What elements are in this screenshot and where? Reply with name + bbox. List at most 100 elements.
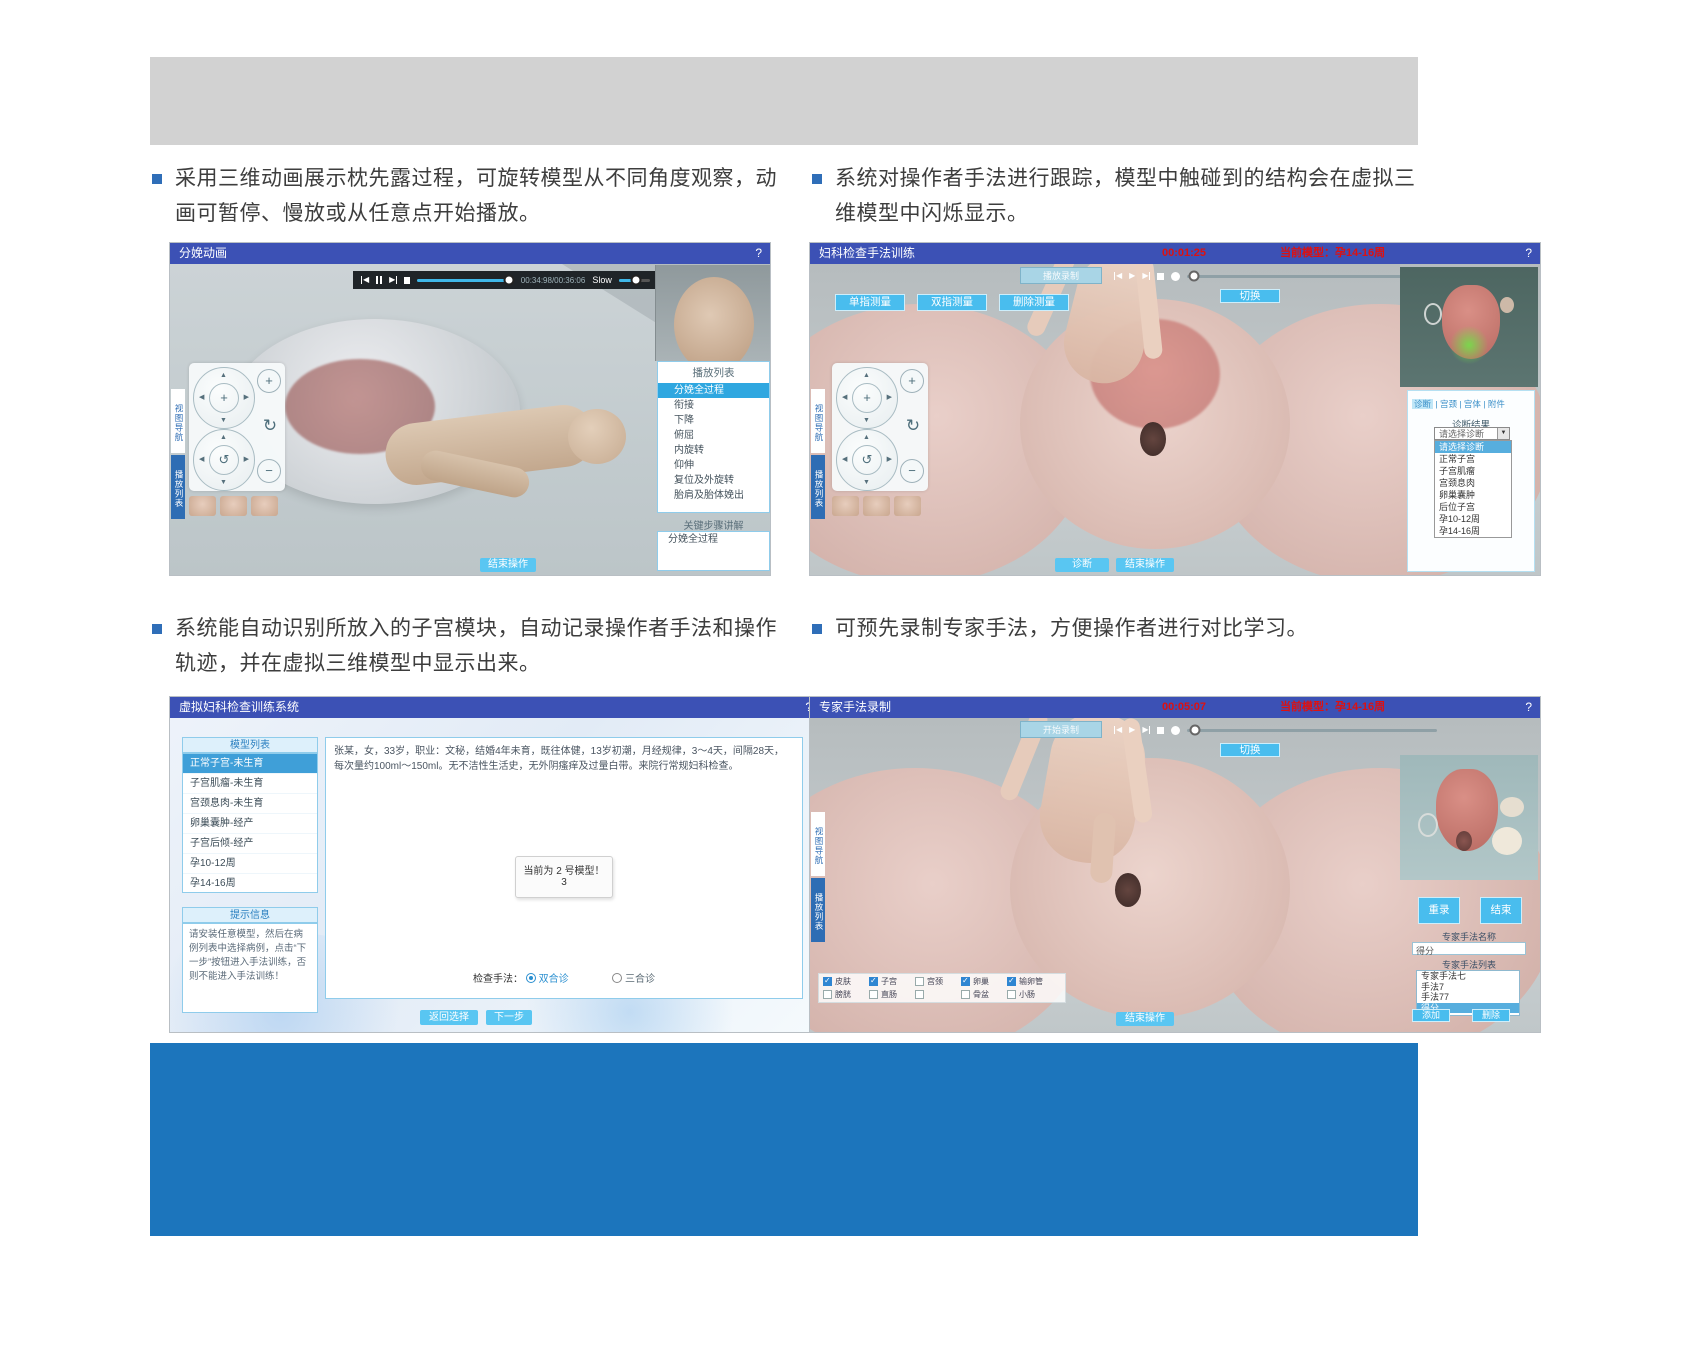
diagnose-button[interactable]: 诊断 [1055,558,1109,572]
tab-view-navigation[interactable]: 视图导航 [811,389,825,453]
progress-knob[interactable] [1188,271,1199,282]
tab-diagnosis[interactable]: 诊断 [1412,399,1433,409]
start-record-button[interactable]: 开始录制 [1020,721,1102,738]
model-list-item[interactable]: 正常子宫-未生育 [183,754,317,774]
tab-playlist[interactable]: 播放列表 [811,455,825,519]
help-button[interactable]: ? [755,243,762,264]
pan-down-icon[interactable]: ▼ [863,417,870,424]
maneuver-item[interactable]: 手法7 [1417,982,1519,993]
pan-dpad[interactable]: ▲ ▼ ◀ ▶ + [836,367,898,429]
playlist-item[interactable]: 仰伸 [658,458,769,473]
skip-back-icon[interactable]: ◀ [1114,272,1122,280]
skip-forward-icon[interactable]: ▶ [1142,272,1150,280]
view-thumbnail[interactable] [863,496,890,516]
maneuver-name-input[interactable]: 得分 [1412,942,1526,955]
pan-dpad[interactable]: ▲ ▼ ◀ ▶ + [193,367,255,429]
rotate-reset-icon[interactable]: ↻ [902,415,924,437]
record-icon[interactable] [1171,272,1180,281]
diagnosis-option[interactable]: 孕14-16周 [1435,525,1511,537]
model-list-item[interactable]: 子宫后倾-经产 [183,834,317,854]
end-operation-button[interactable]: 结束操作 [480,558,536,572]
progress-slider[interactable] [1187,729,1437,732]
checkbox[interactable] [915,977,924,986]
switch-button[interactable]: 切换 [1220,743,1280,757]
playlist-item[interactable]: 衔接 [658,398,769,413]
diagnosis-option[interactable]: 宫颈息肉 [1435,477,1511,489]
speed-knob[interactable] [630,275,641,286]
help-button[interactable]: ? [1525,243,1532,264]
model-list-item[interactable]: 孕14-16周 [183,874,317,893]
radio-trimanual[interactable] [612,973,622,983]
playlist-item[interactable]: 内旋转 [658,443,769,458]
view-thumbnail[interactable] [220,496,247,516]
play-icon[interactable]: ▶ [1129,272,1135,280]
next-step-button[interactable]: 下一步 [486,1010,532,1025]
radio-bimanual[interactable] [526,973,536,983]
pan-right-icon[interactable]: ▶ [887,394,892,401]
playlist-item[interactable]: 下降 [658,413,769,428]
zoom-in-button[interactable]: + [900,369,924,393]
view-thumbnail[interactable] [832,496,859,516]
view-thumbnail[interactable] [189,496,216,516]
tab-playlist[interactable]: 播放列表 [811,878,825,942]
progress-knob[interactable] [1189,725,1200,736]
keysteps-item[interactable]: 分娩全过程 [658,532,769,547]
record-icon[interactable] [1171,726,1180,735]
pan-right-icon[interactable]: ▶ [244,394,249,401]
checkbox[interactable] [961,990,970,999]
tab-adnexa[interactable]: 附件 [1488,399,1505,409]
delete-measure-button[interactable]: 删除测量 [999,294,1069,311]
checkbox[interactable] [1007,990,1016,999]
diagnosis-option[interactable]: 正常子宫 [1435,453,1511,465]
diagnosis-option[interactable]: 孕10-12周 [1435,513,1511,525]
pan-left-icon[interactable]: ◀ [199,394,204,401]
pan-up-icon[interactable]: ▲ [863,372,870,379]
skip-forward-icon[interactable]: ▶ [1142,726,1150,734]
diagnosis-option[interactable]: 子宫肌瘤 [1435,465,1511,477]
zoom-in-button[interactable]: + [257,369,281,393]
skip-forward-icon[interactable]: ▶ [389,276,397,284]
speed-slider[interactable] [619,279,650,282]
end-operation-button[interactable]: 结束操作 [1116,1012,1174,1026]
rotate-dpad[interactable]: ▲ ▼ ◀ ▶ ↺ [836,429,898,491]
tab-playlist[interactable]: 播放列表 [171,455,185,519]
preview-thumbnail[interactable] [655,265,770,361]
tab-view-navigation[interactable]: 视图导航 [171,389,185,453]
skip-back-icon[interactable]: ◀ [1114,726,1122,734]
diagnosis-option[interactable]: 后位子宫 [1435,501,1511,513]
progress-knob[interactable] [503,275,514,286]
rotate-reset-icon[interactable]: ↻ [259,415,281,437]
progress-slider[interactable] [1187,275,1402,278]
checkbox[interactable] [915,990,924,999]
pan-center-icon[interactable]: + [852,383,882,413]
checkbox[interactable] [1007,977,1016,986]
rotate-right-icon[interactable]: ▶ [887,456,892,463]
model-list-item[interactable]: 宫颈息肉-未生育 [183,794,317,814]
skip-back-icon[interactable]: ◀ [361,276,369,284]
back-button[interactable]: 返回选择 [420,1010,478,1025]
rotate-down-icon[interactable]: ▼ [220,479,227,486]
play-recording-button[interactable]: 播放录制 [1020,267,1102,284]
chevron-down-icon[interactable]: ▼ [1497,428,1509,439]
stop-icon[interactable] [1157,727,1164,734]
playlist-item[interactable]: 俯屈 [658,428,769,443]
rotate-up-icon[interactable]: ▲ [220,434,227,441]
tab-cervix[interactable]: 宫颈 [1440,399,1457,409]
switch-button[interactable]: 切换 [1220,289,1280,303]
diagnosis-option[interactable]: 卵巢囊肿 [1435,489,1511,501]
pan-down-icon[interactable]: ▼ [220,417,227,424]
help-button[interactable]: ? [1525,697,1532,718]
progress-slider[interactable] [417,279,514,282]
checkbox[interactable] [961,977,970,986]
diagnosis-dropdown[interactable]: 请选择诊断 ▼ [1434,427,1510,440]
playlist-item[interactable]: 分娩全过程 [658,383,769,398]
add-button[interactable]: 添加 [1412,1009,1450,1022]
playlist-item[interactable]: 胎肩及胎体娩出 [658,488,769,503]
zoom-out-button[interactable]: − [257,459,281,483]
zoom-out-button[interactable]: − [900,459,924,483]
model-list-item[interactable]: 子宫肌瘤-未生育 [183,774,317,794]
rotate-left-icon[interactable]: ◀ [199,456,204,463]
rotate-up-icon[interactable]: ▲ [863,434,870,441]
rotate-left-icon[interactable]: ◀ [842,456,847,463]
rotate-right-icon[interactable]: ▶ [244,456,249,463]
